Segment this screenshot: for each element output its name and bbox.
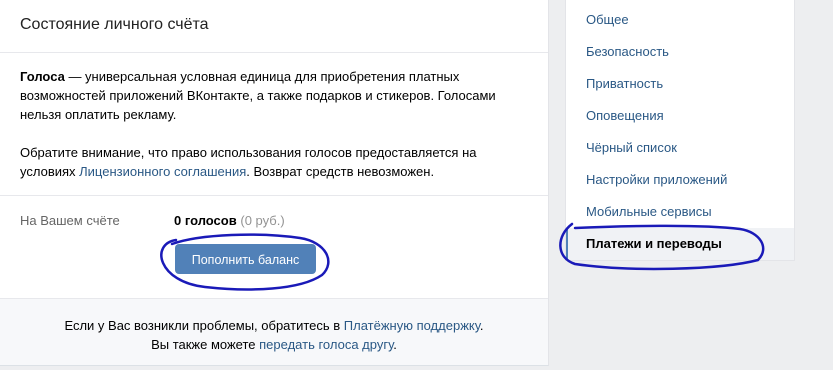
- balance-panel: Состояние личного счёта Голоса — универс…: [0, 0, 549, 366]
- rubles-amount: (0 руб.): [240, 213, 285, 228]
- license-notice: Обратите внимание, что право использован…: [20, 143, 528, 181]
- menu-item-blacklist[interactable]: Чёрный список: [566, 132, 794, 164]
- page-title: Состояние личного счёта: [0, 0, 548, 53]
- transfer-prefix: Вы также можете: [151, 337, 260, 352]
- menu-item-app-settings[interactable]: Настройки приложений: [566, 164, 794, 196]
- transfer-line: Вы также можете передать голоса другу.: [0, 335, 548, 354]
- transfer-suffix: .: [393, 337, 397, 352]
- settings-menu: Общее Безопасность Приватность Оповещени…: [565, 0, 795, 261]
- notice-suffix: . Возврат средств невозможен.: [246, 164, 435, 179]
- license-agreement-link[interactable]: Лицензионного соглашения: [79, 164, 246, 179]
- menu-item-privacy[interactable]: Приватность: [566, 68, 794, 100]
- votes-info: Голоса — универсальная условная единица …: [0, 53, 548, 196]
- menu-item-payments[interactable]: Платежи и переводы: [566, 228, 794, 260]
- votes-count: 0 голосов: [174, 213, 237, 228]
- transfer-votes-link[interactable]: передать голоса другу: [259, 337, 393, 352]
- menu-item-security[interactable]: Безопасность: [566, 36, 794, 68]
- votes-description-text: — универсальная условная единица для при…: [20, 69, 496, 122]
- menu-item-notifications[interactable]: Оповещения: [566, 100, 794, 132]
- payment-support-link[interactable]: Платёжную поддержку: [344, 318, 480, 333]
- balance-label: На Вашем счёте: [20, 213, 120, 228]
- support-prefix: Если у Вас возникли проблемы, обратитесь…: [64, 318, 344, 333]
- balance-value: 0 голосов (0 руб.): [174, 213, 285, 228]
- menu-item-mobile-services[interactable]: Мобильные сервисы: [566, 196, 794, 228]
- help-footer: Если у Вас возникли проблемы, обратитесь…: [0, 299, 548, 365]
- topup-balance-button[interactable]: Пополнить баланс: [175, 244, 316, 274]
- menu-item-general[interactable]: Общее: [566, 4, 794, 36]
- votes-term: Голоса: [20, 69, 65, 84]
- support-line: Если у Вас возникли проблемы, обратитесь…: [0, 316, 548, 335]
- votes-description: Голоса — универсальная условная единица …: [20, 67, 528, 124]
- support-suffix: .: [479, 318, 484, 333]
- balance-row: На Вашем счёте 0 голосов (0 руб.) Пополн…: [0, 196, 548, 299]
